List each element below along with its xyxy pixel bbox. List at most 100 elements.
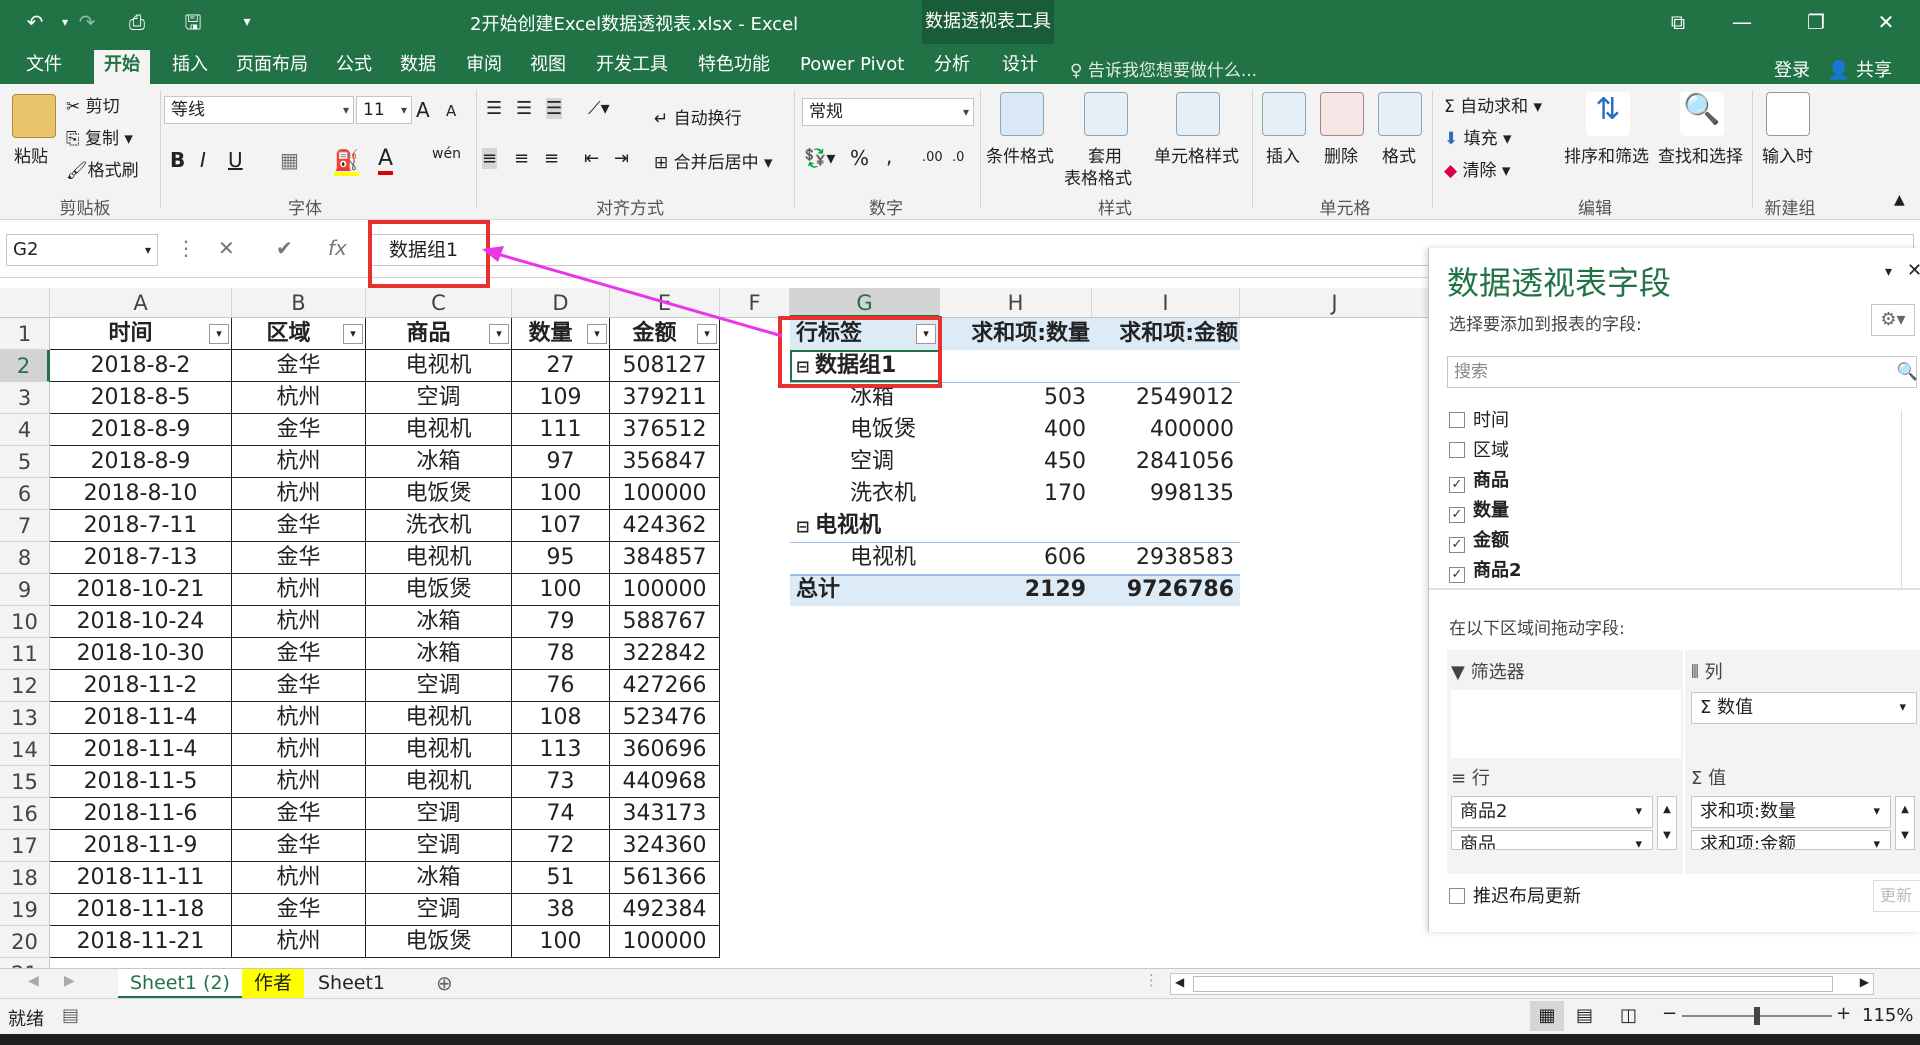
checkbox[interactable]	[1449, 888, 1465, 904]
tab-review[interactable]: 审阅	[456, 50, 512, 84]
sheet-tab-sheet1-2[interactable]: Sheet1 (2)	[118, 969, 242, 999]
field-item[interactable]: 时间	[1449, 408, 1509, 434]
table-cell[interactable]: 588767	[610, 606, 720, 638]
decrease-decimal-button[interactable]: .0	[952, 150, 964, 165]
table-cell[interactable]: 2018-8-9	[50, 446, 232, 478]
table-cell[interactable]: 384857	[610, 542, 720, 574]
column-header-e[interactable]: E	[610, 288, 720, 318]
pivot-col-header-qty[interactable]: 求和项:数量	[944, 318, 1090, 350]
tab-formulas[interactable]: 公式	[326, 50, 382, 84]
cancel-entry-icon[interactable]: ✕	[218, 236, 235, 260]
pivot-item-qty[interactable]: 606	[944, 542, 1086, 574]
page-layout-view-icon[interactable]: ▤	[1576, 1005, 1593, 1026]
row-header[interactable]: 20	[0, 926, 50, 958]
field-search-input[interactable]: 搜索 🔍	[1447, 356, 1918, 388]
rows-scroll-arrows[interactable]: ▲ ▼	[1657, 796, 1677, 850]
table-cell[interactable]: 73	[512, 766, 610, 798]
input-time-button[interactable]: 输入时	[1762, 142, 1813, 167]
table-header-cell[interactable]: 区域 ▾	[232, 318, 366, 350]
tab-home[interactable]: 开始	[94, 50, 150, 84]
border-icon[interactable]: ▦	[280, 148, 299, 172]
gear-icon[interactable]: ⚙▾	[1871, 304, 1915, 336]
table-cell[interactable]: 113	[512, 734, 610, 766]
table-cell[interactable]: 2018-8-9	[50, 414, 232, 446]
column-header-i[interactable]: I	[1092, 288, 1240, 318]
table-cell[interactable]: 空调	[366, 830, 512, 862]
font-size-select[interactable]: 11 ▾	[356, 96, 412, 124]
table-cell[interactable]: 2018-11-4	[50, 702, 232, 734]
column-header-d[interactable]: D	[512, 288, 610, 318]
find-select-button[interactable]: 查找和选择	[1658, 142, 1743, 167]
column-header-c[interactable]: C	[366, 288, 512, 318]
paste-icon[interactable]	[12, 94, 56, 138]
table-cell[interactable]: 427266	[610, 670, 720, 702]
table-cell[interactable]: 金华	[232, 414, 366, 446]
comma-button[interactable]: ,	[886, 144, 892, 168]
table-cell[interactable]: 杭州	[232, 606, 366, 638]
row-header[interactable]: 7	[0, 510, 50, 542]
table-cell[interactable]: 492384	[610, 894, 720, 926]
column-header-j[interactable]: J	[1240, 288, 1430, 318]
column-header-a[interactable]: A	[50, 288, 232, 318]
pivot-total-amt[interactable]: 9726786	[1092, 574, 1234, 606]
normal-view-icon[interactable]: ▦	[1530, 1001, 1564, 1031]
grow-font-button[interactable]: A	[416, 98, 430, 122]
table-cell[interactable]: 杭州	[232, 734, 366, 766]
row-header[interactable]: 1	[0, 318, 50, 350]
row-header[interactable]: 4	[0, 414, 50, 446]
bold-button[interactable]: B	[170, 148, 185, 172]
table-cell[interactable]: 79	[512, 606, 610, 638]
align-middle-icon[interactable]: ☰	[516, 98, 532, 119]
pivot-item-amt[interactable]: 2841056	[1092, 446, 1234, 478]
table-format-icon[interactable]	[1084, 92, 1128, 136]
format-cells-button[interactable]: 格式	[1382, 142, 1416, 167]
copy-button[interactable]: ⎘ 复制 ▾	[66, 124, 133, 149]
table-cell[interactable]: 2018-11-6	[50, 798, 232, 830]
tab-view[interactable]: 视图	[520, 50, 576, 84]
table-cell[interactable]: 电视机	[366, 542, 512, 574]
row-header[interactable]: 2	[0, 350, 50, 382]
row-header[interactable]: 21	[0, 958, 50, 968]
filter-dropdown-icon[interactable]: ▾	[343, 324, 363, 344]
table-cell[interactable]: 金华	[232, 542, 366, 574]
rows-item-1[interactable]: 商品2 ▾	[1451, 796, 1653, 828]
fill-color-icon[interactable]: ⛽	[334, 148, 359, 176]
table-cell[interactable]: 379211	[610, 382, 720, 414]
field-item[interactable]: ✓ 商品2	[1449, 558, 1522, 584]
table-cell[interactable]: 376512	[610, 414, 720, 446]
table-cell[interactable]: 冰箱	[366, 638, 512, 670]
tab-analyze[interactable]: 分析	[924, 50, 980, 84]
columns-item-values[interactable]: Σ 数值 ▾	[1691, 692, 1917, 724]
table-cell[interactable]: 电饭煲	[366, 574, 512, 606]
row-header[interactable]: 15	[0, 766, 50, 798]
table-cell[interactable]: 108	[512, 702, 610, 734]
row-header[interactable]: 10	[0, 606, 50, 638]
field-item[interactable]: ✓ 金额	[1449, 528, 1509, 554]
zoom-slider-thumb[interactable]	[1754, 1007, 1760, 1025]
field-checkbox[interactable]: ✓	[1449, 537, 1465, 553]
customize-toolbar-icon[interactable]: ▾	[232, 8, 262, 36]
table-cell[interactable]: 空调	[366, 382, 512, 414]
italic-button[interactable]: I	[200, 148, 206, 172]
row-header[interactable]: 18	[0, 862, 50, 894]
delete-cells-icon[interactable]	[1320, 92, 1364, 136]
cut-button[interactable]: ✂ 剪切	[66, 92, 120, 117]
table-cell[interactable]: 空调	[366, 798, 512, 830]
tab-design[interactable]: 设计	[992, 50, 1048, 84]
table-cell[interactable]: 109	[512, 382, 610, 414]
worksheet-grid[interactable]: ABCDEFGHIJ 1 2 3 4 5 6 7 8 9 10 11 12 13 14 15 16 17 18 19…	[0, 288, 1430, 968]
pivot-item-amt[interactable]: 400000	[1092, 414, 1234, 446]
cell-styles-button[interactable]: 单元格样式	[1154, 142, 1239, 167]
defer-layout-checkbox[interactable]: 推迟布局更新	[1449, 884, 1581, 910]
pivot-group-row[interactable]: ⊟ 电视机	[796, 510, 976, 542]
row-header[interactable]: 3	[0, 382, 50, 414]
table-cell[interactable]: 111	[512, 414, 610, 446]
ribbon-display-options-icon[interactable]: ⧉	[1658, 8, 1698, 36]
table-header-cell[interactable]: 金额 ▾	[610, 318, 720, 350]
table-header-cell[interactable]: 商品 ▾	[366, 318, 512, 350]
row-header[interactable]: 17	[0, 830, 50, 862]
table-cell[interactable]: 金华	[232, 830, 366, 862]
pivot-item-amt[interactable]: 998135	[1092, 478, 1234, 510]
tab-insert[interactable]: 插入	[162, 50, 218, 84]
font-color-button[interactable]: A	[378, 146, 394, 175]
